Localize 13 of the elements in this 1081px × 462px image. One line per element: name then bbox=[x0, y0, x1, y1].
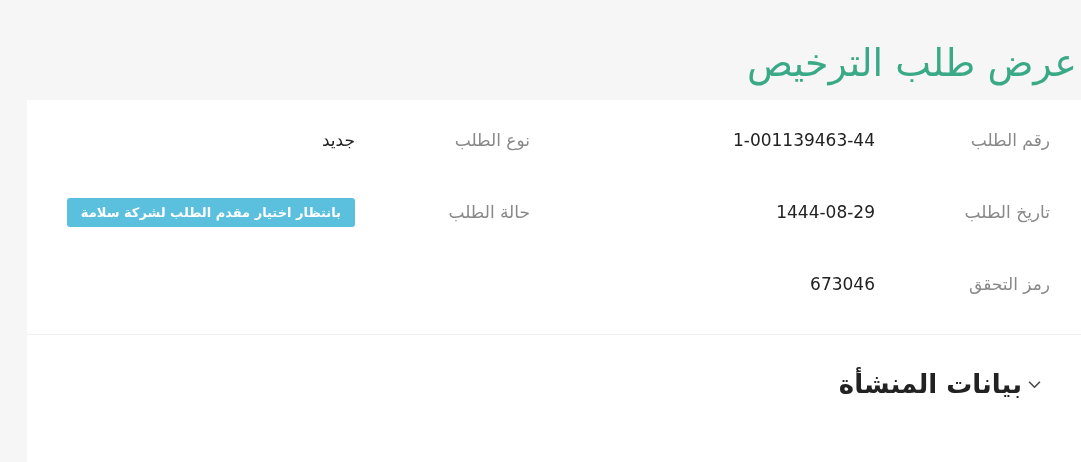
field-label: رقم الطلب bbox=[969, 130, 1050, 150]
field-label: رمز التحقق bbox=[968, 274, 1050, 294]
chevron-icon[interactable] bbox=[1028, 379, 1041, 389]
field-value: جديد bbox=[321, 130, 355, 150]
field-value: 1444-08-29 bbox=[776, 202, 875, 222]
field-label: تاريخ الطلب bbox=[963, 202, 1050, 222]
field-label: نوع الطلب bbox=[453, 130, 530, 150]
section-title[interactable]: بيانات المنشأة bbox=[838, 369, 1022, 399]
field-value: 1-001139463-44 bbox=[732, 130, 875, 150]
field-value: 673046 bbox=[810, 274, 875, 294]
status-badge: بانتظار اختيار مقدم الطلب لشركة سلامة bbox=[66, 197, 355, 227]
field-label: حالة الطلب bbox=[447, 202, 530, 222]
page-title: عرض طلب الترخيص bbox=[746, 40, 1078, 88]
